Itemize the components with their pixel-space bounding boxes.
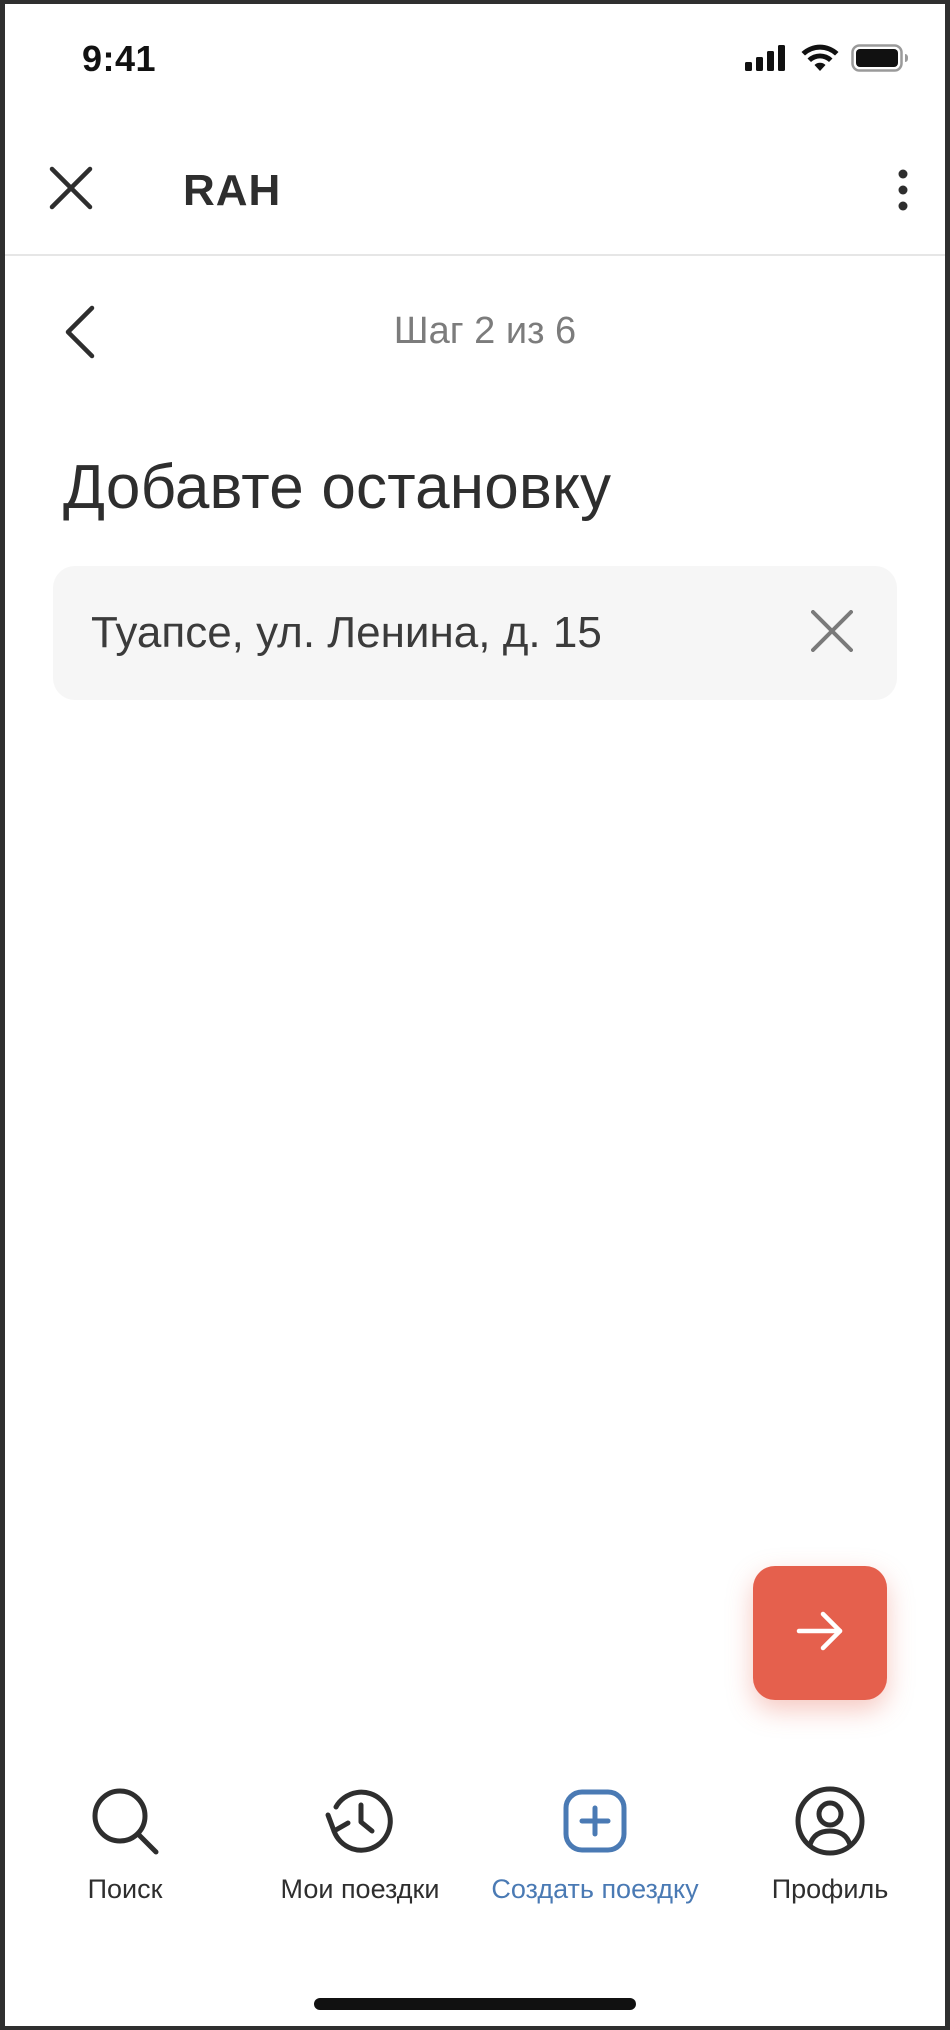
status-bar: 9:41 <box>5 4 945 114</box>
status-time: 9:41 <box>82 38 157 79</box>
phone-screen: 9:41 RAH Шаг 2 из 6 Добавте остановку Ту… <box>0 0 950 2030</box>
nav-label-create-trip: Создать поездку <box>491 1874 699 1904</box>
status-icons <box>745 44 909 77</box>
nav-item-profile[interactable]: Профиль <box>715 1784 945 1905</box>
more-vertical-icon <box>897 169 909 216</box>
clear-icon <box>811 609 853 657</box>
nav-label-search: Поиск <box>87 1874 163 1904</box>
app-title: RAH <box>183 166 282 215</box>
next-step-button[interactable] <box>753 1566 887 1700</box>
nav-label-my-trips: Мои поездки <box>280 1874 440 1904</box>
nav-item-create-trip[interactable]: Создать поездку <box>480 1784 710 1905</box>
close-icon <box>49 166 93 215</box>
nav-item-my-trips[interactable]: Мои поездки <box>245 1784 475 1905</box>
nav-item-search[interactable]: Поиск <box>10 1784 240 1905</box>
clear-address-button[interactable] <box>807 608 857 658</box>
address-input[interactable] <box>91 566 771 700</box>
bottom-navigation: Поиск Мои поездки Создать поездку Профил… <box>5 1784 945 1924</box>
step-navigation: Шаг 2 из 6 <box>5 294 945 374</box>
history-icon <box>323 1784 397 1858</box>
wifi-icon <box>801 44 839 77</box>
step-indicator: Шаг 2 из 6 <box>393 310 577 352</box>
search-icon <box>88 1784 162 1858</box>
user-circle-icon <box>793 1784 867 1858</box>
plus-square-icon <box>558 1784 632 1858</box>
nav-label-profile: Профиль <box>771 1874 889 1904</box>
arrow-right-icon <box>796 1611 844 1656</box>
address-field[interactable] <box>53 566 897 700</box>
signal-icon <box>745 45 789 76</box>
battery-icon <box>851 44 909 77</box>
more-options-button[interactable] <box>883 166 923 218</box>
page-title: Добавте остановку <box>63 453 612 522</box>
home-indicator <box>314 1998 636 2010</box>
close-button[interactable] <box>45 164 97 216</box>
app-header: RAH <box>5 114 945 256</box>
